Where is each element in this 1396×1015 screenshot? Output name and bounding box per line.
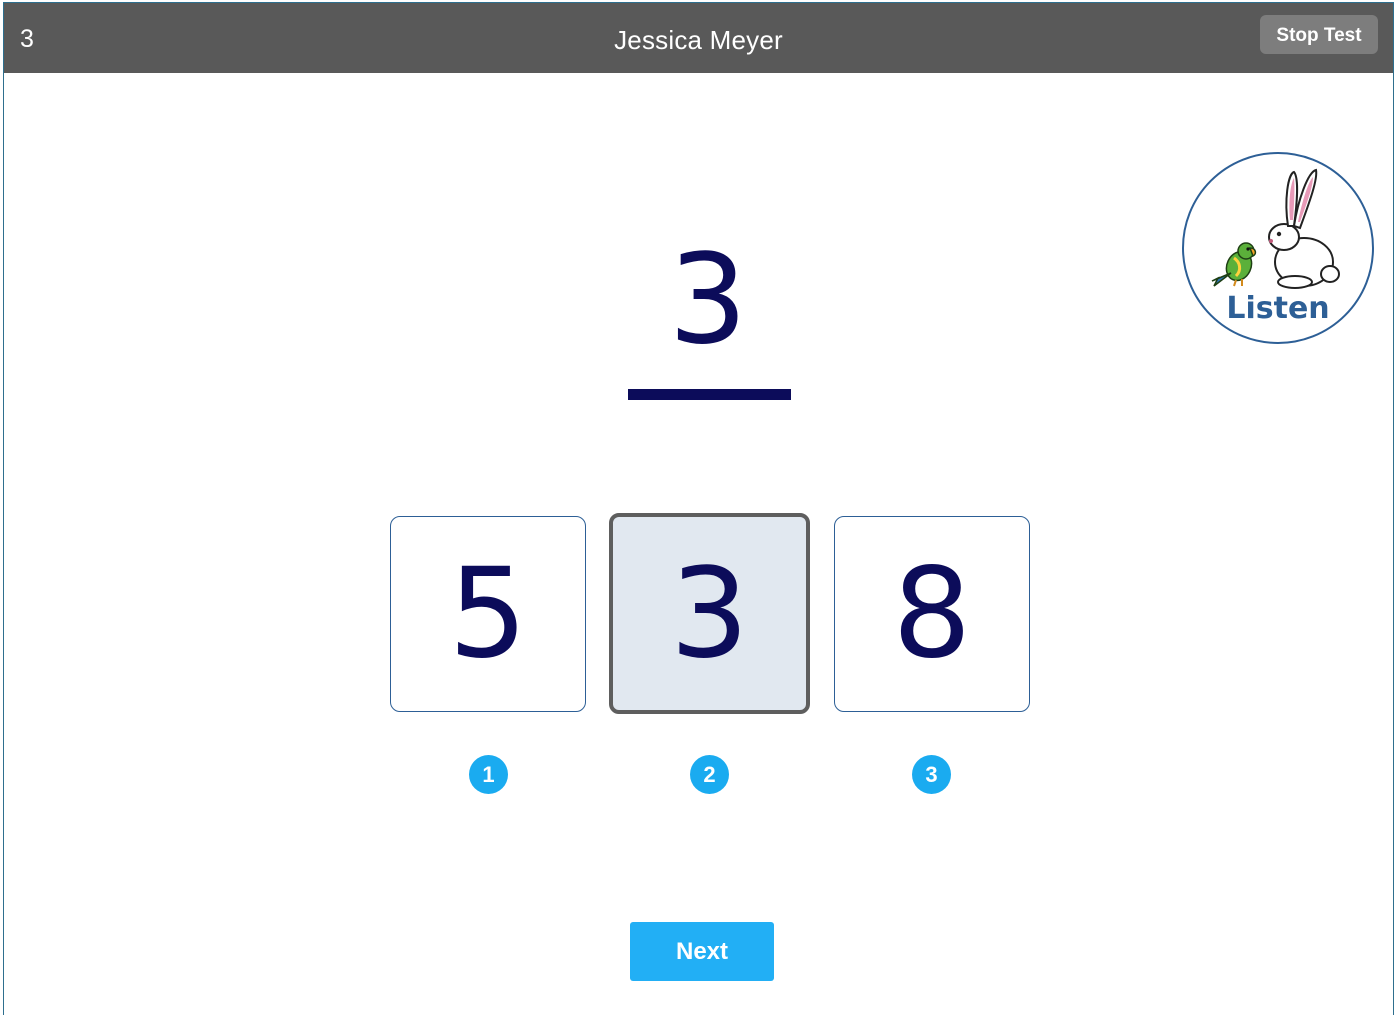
- choice-number-badge: 3: [912, 755, 951, 794]
- choice-number-badge: 2: [690, 755, 729, 794]
- choice-card-1[interactable]: 5: [390, 516, 586, 712]
- top-bar: 3 Jessica Meyer Stop Test: [4, 3, 1393, 73]
- listen-label: Listen: [1226, 291, 1330, 326]
- choice-digit: 8: [892, 542, 972, 686]
- stop-test-button[interactable]: Stop Test: [1260, 15, 1378, 54]
- listen-button[interactable]: Listen: [1182, 152, 1374, 344]
- choice-card-2[interactable]: 3: [609, 513, 810, 714]
- choice-digit: 5: [448, 542, 528, 686]
- target-underline: [628, 389, 791, 400]
- choice-card-3[interactable]: 8: [834, 516, 1030, 712]
- student-name: Jessica Meyer: [614, 25, 783, 55]
- choice-digit: 3: [670, 541, 749, 686]
- target-digit: 3: [668, 228, 748, 372]
- choice-number-badge: 1: [469, 755, 508, 794]
- next-button[interactable]: Next: [630, 922, 774, 981]
